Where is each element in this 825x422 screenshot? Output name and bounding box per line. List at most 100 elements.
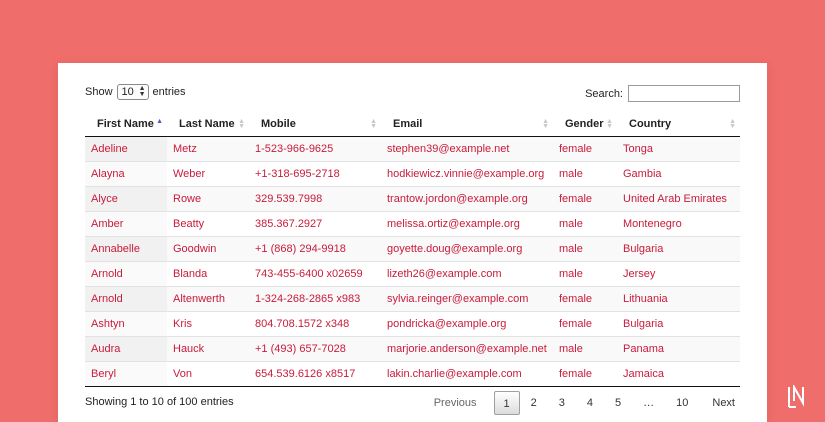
pagination: Previous 1 2 3 4 5 … 10 Next: [423, 391, 746, 415]
page-button-3[interactable]: 3: [548, 391, 576, 415]
cell-email: lakin.charlie@example.com: [381, 361, 553, 387]
cell-mobile: 329.539.7998: [249, 186, 381, 212]
column-header-mobile[interactable]: Mobile ▲ ▼: [249, 112, 381, 137]
cell-first-name: Arnold: [85, 286, 167, 312]
cell-gender: male: [553, 261, 617, 287]
column-header-label: Last Name: [179, 118, 235, 130]
cell-mobile: 804.708.1572 x348: [249, 311, 381, 337]
table-row[interactable]: Ashtyn Kris 804.708.1572 x348 pondricka@exa…: [85, 311, 740, 337]
sort-arrows-icon: ▲ ▼: [729, 118, 736, 130]
column-header-label: First Name: [97, 118, 154, 130]
cell-email: lizeth26@example.com: [381, 261, 553, 287]
cell-last-name: Hauck: [167, 336, 249, 362]
data-table: First Name ▲ Last Name ▲ ▼ Mobile ▲ ▼ Email ▲ ▼ Gen…: [85, 112, 740, 387]
table-row[interactable]: Beryl Von 654.539.6126 x8517 lakin.charlie@…: [85, 361, 740, 387]
sort-arrows-icon: ▲ ▼: [238, 118, 245, 130]
entries-per-page-select[interactable]: 10 ▲ ▼: [116, 84, 149, 100]
cell-last-name: Von: [167, 361, 249, 387]
cell-country: United Arab Emirates: [617, 186, 740, 212]
cell-first-name: Annabelle: [85, 236, 167, 262]
cell-first-name: Alayna: [85, 161, 167, 187]
column-header-label: Email: [393, 118, 423, 130]
search-label: Search:: [585, 87, 623, 100]
column-header-first-name[interactable]: First Name ▲: [85, 112, 167, 137]
cell-mobile: +1-318-695-2718: [249, 161, 381, 187]
cell-first-name: Amber: [85, 211, 167, 237]
cell-email: stephen39@example.net: [381, 136, 553, 162]
table-row[interactable]: Alyce Rowe 329.539.7998 trantow.jordon@exam…: [85, 186, 740, 212]
cell-email: pondricka@example.org: [381, 311, 553, 337]
search-input[interactable]: [628, 85, 740, 102]
page-button-4[interactable]: 4: [576, 391, 604, 415]
cell-country: Bulgaria: [617, 311, 740, 337]
table-row[interactable]: Adeline Metz 1-523-966-9625 stephen39@examp…: [85, 136, 740, 162]
cell-first-name: Adeline: [85, 136, 167, 162]
column-header-gender[interactable]: Gender ▲ ▼: [553, 112, 617, 137]
cell-first-name: Beryl: [85, 361, 167, 387]
cell-mobile: 1-324-268-2865 x983: [249, 286, 381, 312]
column-header-last-name[interactable]: Last Name ▲ ▼: [167, 112, 249, 137]
cell-gender: male: [553, 236, 617, 262]
table-row[interactable]: Audra Hauck +1 (493) 657-7028 marjorie.ande…: [85, 336, 740, 362]
column-header-label: Country: [629, 118, 672, 130]
cell-country: Lithuania: [617, 286, 740, 312]
select-arrows-icon: ▲ ▼: [138, 85, 146, 98]
cell-mobile: +1 (493) 657-7028: [249, 336, 381, 362]
sort-arrows-icon: ▲ ▼: [542, 118, 549, 130]
table-row[interactable]: Arnold Altenwerth 1-324-268-2865 x983 sylvi…: [85, 286, 740, 312]
table-info: Showing 1 to 10 of 100 entries: [85, 396, 234, 408]
length-control: Show 10 ▲ ▼ entries: [85, 84, 186, 100]
entries-label: entries: [152, 86, 186, 98]
column-header-email[interactable]: Email ▲ ▼: [381, 112, 553, 137]
cell-first-name: Arnold: [85, 261, 167, 287]
cell-mobile: +1 (868) 294-9918: [249, 236, 381, 262]
cell-country: Gambia: [617, 161, 740, 187]
cell-last-name: Weber: [167, 161, 249, 187]
cell-gender: female: [553, 286, 617, 312]
show-label: Show: [85, 86, 113, 98]
cell-country: Jamaica: [617, 361, 740, 387]
page-button-1[interactable]: 1: [493, 391, 520, 415]
page-button-5[interactable]: 5: [604, 391, 632, 415]
cell-gender: female: [553, 311, 617, 337]
cell-last-name: Altenwerth: [167, 286, 249, 312]
table-row[interactable]: Alayna Weber +1-318-695-2718 hodkiewicz.vin…: [85, 161, 740, 187]
cell-email: sylvia.reinger@example.com: [381, 286, 553, 312]
cell-country: Montenegro: [617, 211, 740, 237]
cell-email: hodkiewicz.vinnie@example.org: [381, 161, 553, 187]
entries-per-page-value: 10: [121, 86, 134, 98]
column-header-country[interactable]: Country ▲ ▼: [617, 112, 740, 137]
sort-arrows-icon: ▲ ▼: [606, 118, 613, 130]
table-header-row: First Name ▲ Last Name ▲ ▼ Mobile ▲ ▼ Email ▲ ▼ Gen…: [85, 112, 740, 137]
page-button-2[interactable]: 2: [520, 391, 548, 415]
cell-last-name: Metz: [167, 136, 249, 162]
cell-mobile: 1-523-966-9625: [249, 136, 381, 162]
column-header-label: Gender: [565, 118, 604, 130]
cell-mobile: 743-455-6400 x02659: [249, 261, 381, 287]
table-row[interactable]: Annabelle Goodwin +1 (868) 294-9918 goyette…: [85, 236, 740, 262]
previous-page-button[interactable]: Previous: [423, 391, 488, 415]
pagination-ellipsis: …: [643, 397, 655, 409]
table-body: Adeline Metz 1-523-966-9625 stephen39@examp…: [85, 136, 740, 387]
cell-email: goyette.doug@example.org: [381, 236, 553, 262]
cell-gender: male: [553, 336, 617, 362]
cell-mobile: 385.367.2927: [249, 211, 381, 237]
cell-country: Jersey: [617, 261, 740, 287]
cell-last-name: Rowe: [167, 186, 249, 212]
next-page-button[interactable]: Next: [701, 391, 746, 415]
datatable-card: Show 10 ▲ ▼ entries Search: First Name ▲ La…: [58, 63, 767, 422]
cell-first-name: Ashtyn: [85, 311, 167, 337]
cell-first-name: Audra: [85, 336, 167, 362]
cell-first-name: Alyce: [85, 186, 167, 212]
cell-last-name: Kris: [167, 311, 249, 337]
ln-logo-icon: [784, 384, 810, 410]
table-row[interactable]: Amber Beatty 385.367.2927 melissa.ortiz@exa…: [85, 211, 740, 237]
sort-arrows-icon: ▲: [156, 118, 163, 125]
cell-last-name: Blanda: [167, 261, 249, 287]
table-row[interactable]: Arnold Blanda 743-455-6400 x02659 lizeth26@…: [85, 261, 740, 287]
search-control: Search:: [585, 85, 740, 102]
cell-mobile: 654.539.6126 x8517: [249, 361, 381, 387]
cell-email: melissa.ortiz@example.org: [381, 211, 553, 237]
page-button-10[interactable]: 10: [665, 391, 699, 415]
cell-gender: female: [553, 136, 617, 162]
